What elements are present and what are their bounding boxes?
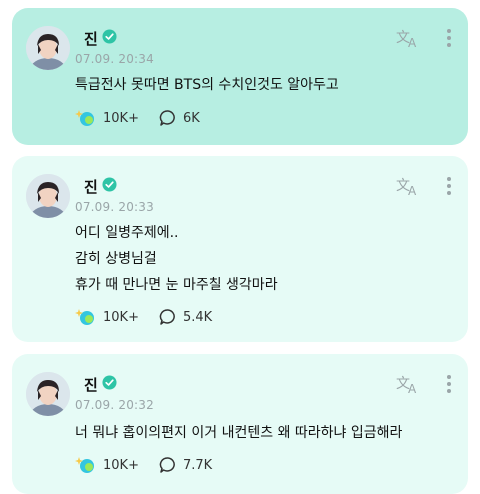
- sparkle-heart-icon: [75, 110, 94, 126]
- more-vertical-icon[interactable]: [446, 28, 452, 48]
- svg-text:A: A: [408, 382, 417, 394]
- post-text: 어디 일병주제에.. 감히 상병님걸 휴가 때 만나면 눈 마주칠 생각마라: [75, 220, 278, 298]
- author-name[interactable]: 진: [84, 374, 98, 395]
- verified-badge-icon: [102, 177, 117, 192]
- like-button[interactable]: 10K+: [75, 108, 139, 128]
- post-text-line: 너 뭐냐 홉이의편지 이거 내컨텐츠 왜 따라하냐 입금해라: [75, 425, 403, 441]
- avatar[interactable]: [26, 372, 70, 416]
- translate-icon[interactable]: 文 A: [396, 28, 420, 48]
- post-card[interactable]: 진 07.09. 20:34 文 A 특급전사 못따면 BTS의 수치인것도 알…: [12, 8, 468, 145]
- post-timestamp: 07.09. 20:32: [75, 398, 154, 412]
- comment-button[interactable]: 6K: [159, 108, 200, 128]
- comment-count: 6K: [183, 110, 200, 126]
- more-vertical-icon[interactable]: [446, 176, 452, 196]
- post-card[interactable]: 진 07.09. 20:32 文 A 너 뭐냐 홉이의편지 이거 내컨텐츠 왜 …: [12, 354, 468, 494]
- avatar[interactable]: [26, 174, 70, 218]
- like-button[interactable]: 10K+: [75, 307, 139, 327]
- comment-count: 7.7K: [183, 457, 213, 473]
- like-button[interactable]: 10K+: [75, 455, 139, 475]
- comment-bubble-icon: [159, 110, 175, 126]
- sparkle-heart-icon: [75, 309, 94, 325]
- post-text: 특급전사 못따면 BTS의 수치인것도 알아두고: [75, 72, 339, 98]
- verified-badge-icon: [102, 29, 117, 44]
- verified-badge-icon: [102, 375, 117, 390]
- comment-button[interactable]: 7.7K: [159, 455, 212, 475]
- comment-button[interactable]: 5.4K: [159, 307, 212, 327]
- post-text-line: 감히 상병님걸: [75, 251, 157, 267]
- comment-bubble-icon: [159, 309, 175, 325]
- comment-count: 5.4K: [183, 309, 213, 325]
- sparkle-heart-icon: [75, 457, 94, 473]
- svg-text:A: A: [408, 36, 417, 48]
- like-count: 10K+: [103, 309, 139, 325]
- author-name[interactable]: 진: [84, 28, 98, 49]
- comment-bubble-icon: [159, 457, 175, 473]
- author-name[interactable]: 진: [84, 176, 98, 197]
- post-timestamp: 07.09. 20:33: [75, 200, 154, 214]
- post-card[interactable]: 진 07.09. 20:33 文 A 어디 일병주제에.. 감히 상병님걸 휴가…: [12, 156, 468, 342]
- translate-icon[interactable]: 文 A: [396, 374, 420, 394]
- post-text-line: 어디 일병주제에..: [75, 225, 179, 241]
- post-text-line: 휴가 때 만나면 눈 마주칠 생각마라: [75, 277, 278, 293]
- like-count: 10K+: [103, 110, 139, 126]
- post-text: 너 뭐냐 홉이의편지 이거 내컨텐츠 왜 따라하냐 입금해라: [75, 420, 402, 446]
- post-timestamp: 07.09. 20:34: [75, 52, 154, 66]
- translate-icon[interactable]: 文 A: [396, 176, 420, 196]
- svg-text:A: A: [408, 184, 417, 196]
- more-vertical-icon[interactable]: [446, 374, 452, 394]
- avatar[interactable]: [26, 26, 70, 70]
- post-text-line: 특급전사 못따면 BTS의 수치인것도 알아두고: [75, 77, 339, 93]
- like-count: 10K+: [103, 457, 139, 473]
